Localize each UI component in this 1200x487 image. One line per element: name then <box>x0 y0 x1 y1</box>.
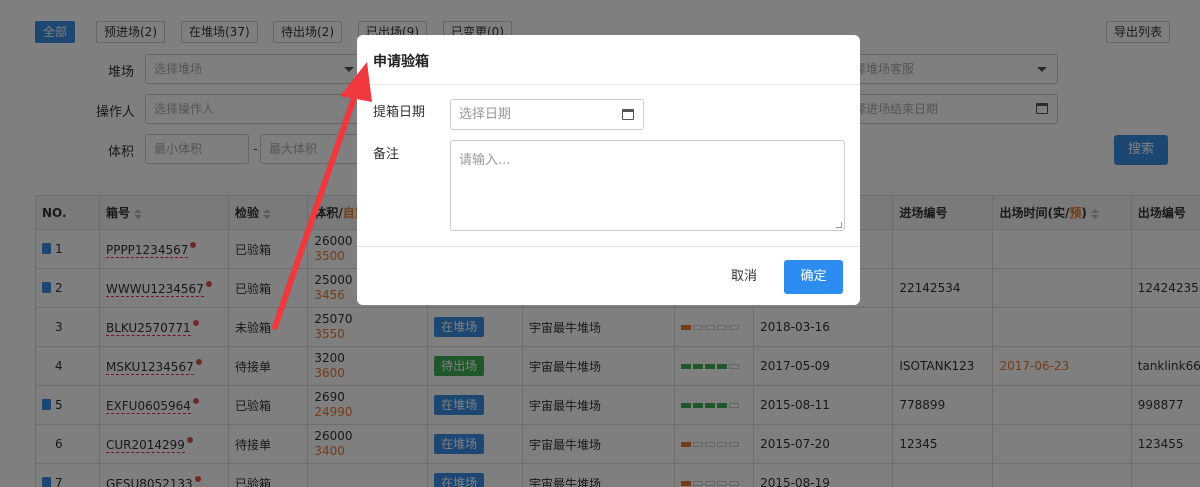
calendar-icon[interactable] <box>622 109 634 120</box>
remark-label: 备注 <box>373 147 400 162</box>
pickup-date-input[interactable]: 选择日期 <box>450 99 644 130</box>
modal-footer-divider <box>357 246 860 247</box>
remark-placeholder: 请输入... <box>459 153 511 168</box>
page: 全部 预进场(2) 在堆场(37) 待出场(2) 已出场(9) 已变更(0) 导… <box>0 0 1200 487</box>
cancel-button[interactable]: 取消 <box>720 262 768 292</box>
pickup-date-placeholder: 选择日期 <box>459 107 512 122</box>
modal-title: 申请验箱 <box>373 54 429 70</box>
modal-header-divider <box>357 84 860 85</box>
remark-textarea[interactable]: 请输入... <box>450 140 845 231</box>
apply-inspection-modal: 申请验箱 提箱日期 选择日期 备注 请输入... 取消 确定 <box>357 35 860 305</box>
pickup-date-label: 提箱日期 <box>373 105 426 120</box>
resize-handle-icon[interactable] <box>836 222 842 228</box>
confirm-button[interactable]: 确定 <box>784 260 843 294</box>
